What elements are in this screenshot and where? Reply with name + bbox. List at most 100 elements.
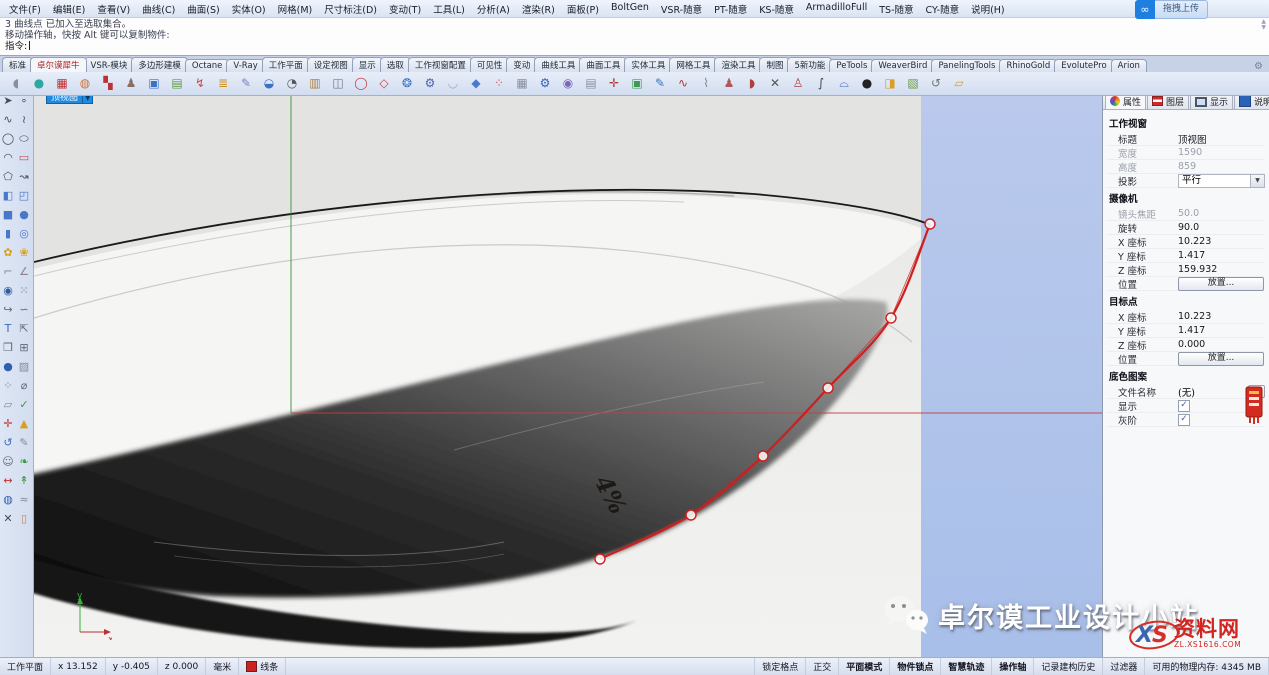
menu-item-0[interactable]: 文件(F) <box>3 1 47 17</box>
toolbar-tab-实体工具[interactable]: 实体工具 <box>624 57 672 72</box>
leaf-icon[interactable]: ❧ <box>17 454 31 469</box>
menu-item-17[interactable]: ArmadilloFull <box>800 1 873 17</box>
s-curve-icon[interactable]: ∫ <box>813 75 829 92</box>
toolbar-settings-gear-icon[interactable]: ⚙ <box>1254 61 1267 72</box>
status-平面模式[interactable]: 平面模式 <box>839 658 890 675</box>
surface-icon[interactable]: ◧ <box>1 188 15 203</box>
people-icon[interactable]: ♟ <box>721 75 737 92</box>
status-过滤器[interactable]: 过滤器 <box>1103 658 1145 675</box>
toolbar-tab-Arion[interactable]: Arion <box>1111 59 1147 72</box>
curve-handle-icon[interactable]: ∽ <box>17 302 31 317</box>
hatch-icon[interactable]: ▨ <box>17 359 31 374</box>
cone-icon[interactable]: ▲ <box>17 416 31 431</box>
render-sphere-icon[interactable]: ● <box>1 359 15 374</box>
point-curve-icon[interactable]: ∿ <box>675 75 691 92</box>
toolbar-tab-选取[interactable]: 选取 <box>380 57 411 72</box>
menu-item-8[interactable]: 变动(T) <box>383 1 427 17</box>
insert-block-icon[interactable]: ⊞ <box>17 340 31 355</box>
fillet-edge-icon[interactable]: ⌐ <box>1 264 15 279</box>
toolbar-tab-EvolutePro[interactable]: EvolutePro <box>1054 59 1113 72</box>
black-ball-icon[interactable]: ● <box>859 75 875 92</box>
robot-icon[interactable]: ☺ <box>1 454 15 469</box>
menu-item-6[interactable]: 网格(M) <box>272 1 319 17</box>
corner-surface-icon[interactable]: ◰ <box>17 188 31 203</box>
chevron-down-icon[interactable]: ▼ <box>1250 175 1264 187</box>
status-物件锁点[interactable]: 物件锁点 <box>890 658 941 675</box>
menu-item-18[interactable]: TS-随意 <box>873 1 919 17</box>
command-area[interactable]: 3 曲线点 已加入至选取集合。移动操作轴，快按 Alt 键可以复制物件: 指令:… <box>0 18 1269 56</box>
box-icon[interactable]: ■ <box>1 207 15 222</box>
row-value[interactable]: 90.0 <box>1178 222 1265 233</box>
red-circle-icon[interactable]: ◯ <box>353 75 369 92</box>
move-cross-icon[interactable]: ✛ <box>606 75 622 92</box>
status-智慧轨迹[interactable]: 智慧轨迹 <box>941 658 992 675</box>
upload-button[interactable]: 拖拽上传 <box>1155 0 1208 19</box>
cage-points-icon[interactable]: ⁙ <box>17 283 31 298</box>
drag-upload-widget[interactable]: ∞ 拖拽上传 <box>1135 0 1208 19</box>
toolbar-tab-显示[interactable]: 显示 <box>352 57 383 72</box>
place-button[interactable]: 放置... <box>1178 352 1264 366</box>
chamfer-icon[interactable]: ∠ <box>17 264 31 279</box>
control-point-4[interactable] <box>886 313 896 323</box>
magnet-icon[interactable]: ⌇ <box>698 75 714 92</box>
shrimp-tool-icon[interactable]: ◖ <box>8 75 24 92</box>
status-线条[interactable]: 线条 <box>239 658 286 675</box>
rectangle-icon[interactable]: ▭ <box>17 150 31 165</box>
mannequin-icon[interactable]: ♟ <box>123 75 139 92</box>
eraser-icon[interactable]: ▱ <box>1 397 15 412</box>
toolbar-tab-曲线工具[interactable]: 曲线工具 <box>534 57 582 72</box>
toolbar-tab-V-Ray[interactable]: V-Ray <box>226 59 264 72</box>
toolbar-tab-可见性[interactable]: 可见性 <box>470 57 510 72</box>
lantern-icon[interactable]: ▯ <box>17 511 31 526</box>
torus-icon[interactable]: ◎ <box>17 226 31 241</box>
status-操作轴[interactable]: 操作轴 <box>992 658 1034 675</box>
toolbar-tab-设定视图[interactable]: 设定视图 <box>307 57 355 72</box>
camera-target-icon[interactable]: ▣ <box>146 75 162 92</box>
control-point-1[interactable] <box>686 510 696 520</box>
gear-cluster-icon[interactable]: ⚙ <box>422 75 438 92</box>
toolbar-tab-RhinoGold[interactable]: RhinoGold <box>999 59 1057 72</box>
row-value[interactable]: 1.417 <box>1178 325 1265 336</box>
gumball-icon[interactable]: ✛ <box>1 416 15 431</box>
checkbox-显示[interactable]: ✓ <box>1178 400 1190 412</box>
point-cloud-icon[interactable]: ⁘ <box>491 75 507 92</box>
circle-icon[interactable]: ◯ <box>1 131 15 146</box>
control-point-0[interactable] <box>595 554 605 564</box>
viewport-canvas[interactable] <box>34 90 1102 658</box>
menu-item-1[interactable]: 编辑(E) <box>47 1 91 17</box>
clipboard-icon[interactable]: ▥ <box>307 75 323 92</box>
toolbar-tab-WeaverBird[interactable]: WeaverBird <box>871 59 934 72</box>
green-monitor-icon[interactable]: ▣ <box>629 75 645 92</box>
menu-item-9[interactable]: 工具(L) <box>427 1 471 17</box>
check-icon[interactable]: ✓ <box>17 397 31 412</box>
point-grid-icon[interactable]: ⁘ <box>1 378 15 393</box>
floating-ad-banner-icon[interactable] <box>1243 385 1265 425</box>
control-point-curve-icon[interactable]: ∿ <box>1 112 15 127</box>
menu-item-3[interactable]: 曲线(C) <box>136 1 181 17</box>
grid-icon[interactable]: ▦ <box>514 75 530 92</box>
dimension-icon[interactable]: ⇱ <box>17 321 31 336</box>
photo-scribble-icon[interactable]: ▧ <box>905 75 921 92</box>
status-工作平面[interactable]: 工作平面 <box>0 658 51 675</box>
half-square-icon[interactable]: ◨ <box>882 75 898 92</box>
teal-sphere-icon[interactable]: ● <box>31 75 47 92</box>
toolbar-tab-PanelingTools[interactable]: PanelingTools <box>931 59 1002 72</box>
menu-item-5[interactable]: 实体(O) <box>226 1 272 17</box>
command-prompt-line[interactable]: 指令: <box>5 41 1264 52</box>
orient-ball-icon[interactable]: ◍ <box>1 492 15 507</box>
checker-ball-icon[interactable]: ◔ <box>284 75 300 92</box>
menu-item-16[interactable]: KS-随意 <box>753 1 800 17</box>
control-point-3[interactable] <box>823 383 833 393</box>
row-value[interactable]: 10.223 <box>1178 311 1265 322</box>
red-checker-icon[interactable]: ▚ <box>100 75 116 92</box>
toolbar-tab-网格工具[interactable]: 网格工具 <box>669 57 717 72</box>
sketch-pencil-icon[interactable]: ✎ <box>17 435 31 450</box>
rainbow-stack-icon[interactable]: ≣ <box>215 75 231 92</box>
basketball-icon[interactable]: ◍ <box>77 75 93 92</box>
red-toolbox-icon[interactable]: ▦ <box>54 75 70 92</box>
menu-item-19[interactable]: CY-随意 <box>920 1 966 17</box>
place-button[interactable]: 放置... <box>1178 277 1264 291</box>
bowl-icon[interactable]: ◡ <box>445 75 461 92</box>
frame-monitor-icon[interactable]: ◫ <box>330 75 346 92</box>
row-value[interactable]: 159.932 <box>1178 264 1265 275</box>
